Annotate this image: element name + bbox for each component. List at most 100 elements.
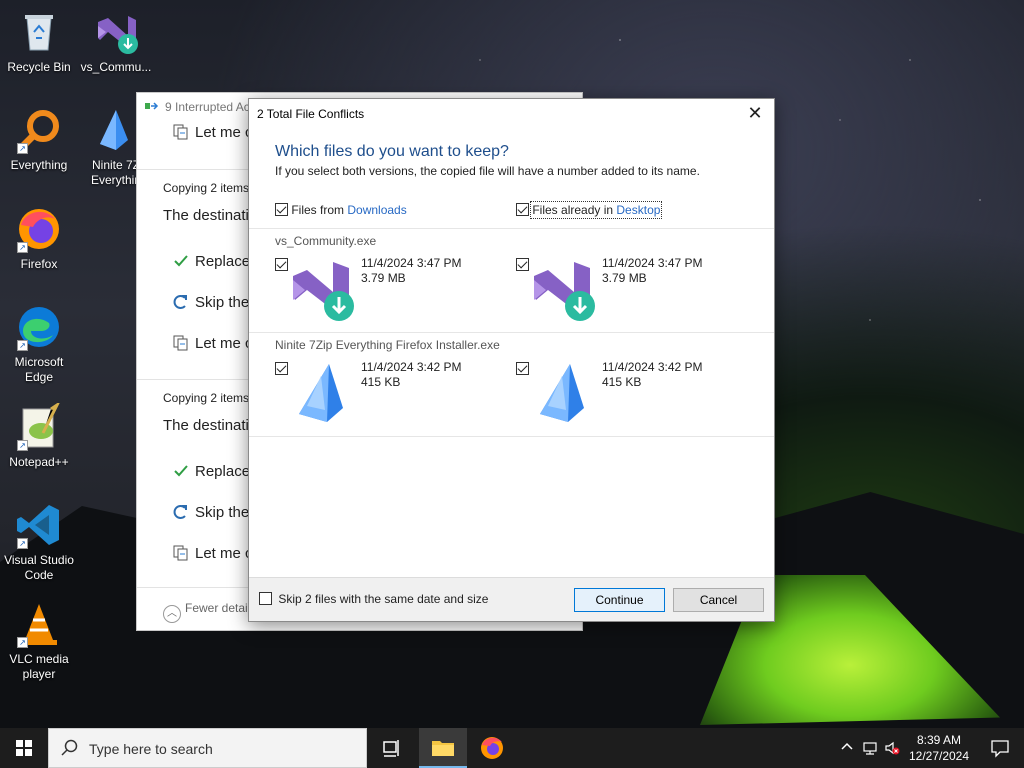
divider bbox=[249, 332, 774, 333]
source-file-version[interactable]: 11/4/2024 3:42 PM 415 KB bbox=[275, 360, 515, 430]
modified-date: 11/4/2024 3:47 PM bbox=[361, 256, 462, 270]
copying-status: Copying 2 items bbox=[163, 181, 250, 195]
select-all-source-checkbox[interactable] bbox=[275, 203, 288, 216]
ninite-icon bbox=[92, 106, 140, 154]
keep-source-checkbox[interactable] bbox=[275, 258, 288, 271]
skip-option[interactable]: Skip the bbox=[173, 504, 249, 521]
file-meta: 11/4/2024 3:42 PM 415 KB bbox=[602, 360, 703, 390]
replace-option[interactable]: Replace bbox=[173, 463, 250, 480]
divider bbox=[249, 228, 774, 229]
file-size: 415 KB bbox=[361, 375, 401, 389]
firefox-icon: ↗ bbox=[15, 205, 63, 253]
file-meta: 11/4/2024 3:42 PM 415 KB bbox=[361, 360, 462, 390]
close-icon[interactable]: ✕ bbox=[744, 103, 766, 125]
copying-status: Copying 2 items bbox=[163, 391, 250, 405]
taskbar-clock[interactable]: 8:39 AM 12/27/2024 bbox=[900, 732, 978, 764]
copy-progress-icon bbox=[145, 101, 159, 113]
skip-same-files-option[interactable]: Skip 2 files with the same date and size bbox=[259, 592, 488, 606]
volume-muted-icon[interactable] bbox=[884, 740, 900, 759]
folder-icon bbox=[432, 741, 454, 756]
visual-studio-installer-icon bbox=[92, 8, 140, 56]
windows-logo-icon bbox=[16, 740, 32, 756]
search-placeholder: Type here to search bbox=[89, 741, 213, 757]
desktop-icon-label: Firefox bbox=[20, 257, 58, 271]
desktop-icon-vs-community[interactable]: vs_Commu... bbox=[78, 8, 154, 75]
compare-files-icon bbox=[173, 545, 189, 561]
skip-same-files-checkbox[interactable] bbox=[259, 592, 272, 605]
skip-arrow-icon bbox=[173, 504, 189, 520]
dialog-footer: Skip 2 files with the same date and size… bbox=[249, 577, 774, 621]
ninite-icon bbox=[291, 360, 361, 430]
chevron-up-icon[interactable] bbox=[840, 740, 854, 757]
files-from-downloads-header[interactable]: Files from Downloads bbox=[275, 203, 407, 217]
skip-arrow-icon bbox=[173, 294, 189, 310]
destination-file-version[interactable]: 11/4/2024 3:47 PM 3.79 MB bbox=[516, 256, 756, 326]
recycle-bin-icon bbox=[15, 8, 63, 56]
start-button[interactable] bbox=[0, 728, 48, 768]
destination-message: The destinati bbox=[163, 417, 249, 434]
downloads-link[interactable]: Downloads bbox=[347, 203, 406, 217]
destination-file-version[interactable]: 11/4/2024 3:42 PM 415 KB bbox=[516, 360, 756, 430]
shortcut-arrow-icon: ↗ bbox=[17, 143, 28, 154]
desktop-link[interactable]: Desktop bbox=[616, 203, 660, 217]
let-me-decide-option[interactable]: Let me c bbox=[173, 124, 253, 141]
dialog-heading: Which files do you want to keep? bbox=[275, 143, 509, 160]
let-me-decide-option[interactable]: Let me c bbox=[173, 545, 253, 562]
file-size: 415 KB bbox=[602, 375, 642, 389]
checkmark-icon bbox=[173, 253, 189, 269]
dialog-title: 2 Total File Conflicts bbox=[257, 107, 365, 121]
clock-time: 8:39 AM bbox=[916, 733, 962, 747]
edge-icon: ↗ bbox=[15, 303, 63, 351]
keep-source-checkbox[interactable] bbox=[275, 362, 288, 375]
continue-button[interactable]: Continue bbox=[574, 588, 665, 612]
skip-option[interactable]: Skip the bbox=[173, 294, 249, 311]
network-icon[interactable] bbox=[862, 740, 878, 759]
keep-destination-checkbox[interactable] bbox=[516, 362, 529, 375]
clock-date: 12/27/2024 bbox=[908, 749, 970, 763]
files-already-in-desktop-header[interactable]: Files already in Desktop bbox=[516, 201, 663, 219]
dialog-subheading: If you select both versions, the copied … bbox=[275, 164, 700, 178]
shortcut-arrow-icon: ↗ bbox=[17, 637, 28, 648]
taskbar-search[interactable]: Type here to search bbox=[48, 728, 367, 768]
desktop-icon-notepadpp[interactable]: ↗ Notepad++ bbox=[1, 400, 77, 470]
system-tray bbox=[838, 728, 900, 768]
replace-option[interactable]: Replace bbox=[173, 253, 250, 270]
visual-studio-installer-icon bbox=[291, 256, 361, 326]
task-view-button[interactable] bbox=[368, 728, 416, 768]
desktop-icon-edge[interactable]: ↗ Microsoft Edge bbox=[1, 303, 77, 385]
file-explorer-taskbar-button[interactable] bbox=[419, 728, 467, 768]
conflict-file-name: Ninite 7Zip Everything Firefox Installer… bbox=[275, 338, 500, 352]
taskbar: Type here to search 8:39 AM 12/27/2024 bbox=[0, 728, 1024, 768]
let-me-decide-option[interactable]: Let me c bbox=[173, 335, 253, 352]
file-size: 3.79 MB bbox=[602, 271, 647, 285]
divider bbox=[249, 436, 774, 437]
desktop-icon-vlc[interactable]: ↗ VLC media player bbox=[1, 600, 77, 682]
keep-destination-checkbox[interactable] bbox=[516, 258, 529, 271]
shortcut-arrow-icon: ↗ bbox=[17, 538, 28, 549]
file-meta: 11/4/2024 3:47 PM 3.79 MB bbox=[602, 256, 703, 286]
vscode-icon: ↗ bbox=[15, 501, 63, 549]
source-file-version[interactable]: 11/4/2024 3:47 PM 3.79 MB bbox=[275, 256, 515, 326]
desktop-icon-vscode[interactable]: ↗ Visual Studio Code bbox=[1, 501, 77, 583]
desktop-icon-everything[interactable]: ↗ Everything bbox=[1, 106, 77, 173]
action-center-button[interactable] bbox=[976, 728, 1024, 768]
cancel-button[interactable]: Cancel bbox=[673, 588, 764, 612]
desktop-icon-label: VLC media player bbox=[9, 652, 69, 681]
shortcut-arrow-icon: ↗ bbox=[17, 242, 28, 253]
desktop-icon-recycle-bin[interactable]: Recycle Bin bbox=[1, 8, 77, 75]
desktop-icon-label: vs_Commu... bbox=[80, 60, 152, 74]
shortcut-arrow-icon: ↗ bbox=[17, 340, 28, 351]
fewer-details-toggle[interactable]: ︿ Fewer detail bbox=[163, 601, 250, 623]
compare-files-icon bbox=[173, 335, 189, 351]
everything-search-icon: ↗ bbox=[15, 106, 63, 154]
desktop-icon-label: Microsoft Edge bbox=[14, 355, 64, 384]
visual-studio-installer-icon bbox=[532, 256, 602, 326]
select-all-destination-checkbox[interactable] bbox=[516, 203, 529, 216]
conflict-file-name: vs_Community.exe bbox=[275, 234, 377, 248]
firefox-taskbar-button[interactable] bbox=[468, 728, 516, 768]
desktop-icon-firefox[interactable]: ↗ Firefox bbox=[1, 205, 77, 272]
file-conflicts-dialog: 2 Total File Conflicts ✕ Which files do … bbox=[248, 98, 775, 622]
modified-date: 11/4/2024 3:42 PM bbox=[361, 360, 462, 374]
desktop-icon-label: Everything bbox=[10, 158, 68, 172]
compare-files-icon bbox=[173, 124, 189, 140]
